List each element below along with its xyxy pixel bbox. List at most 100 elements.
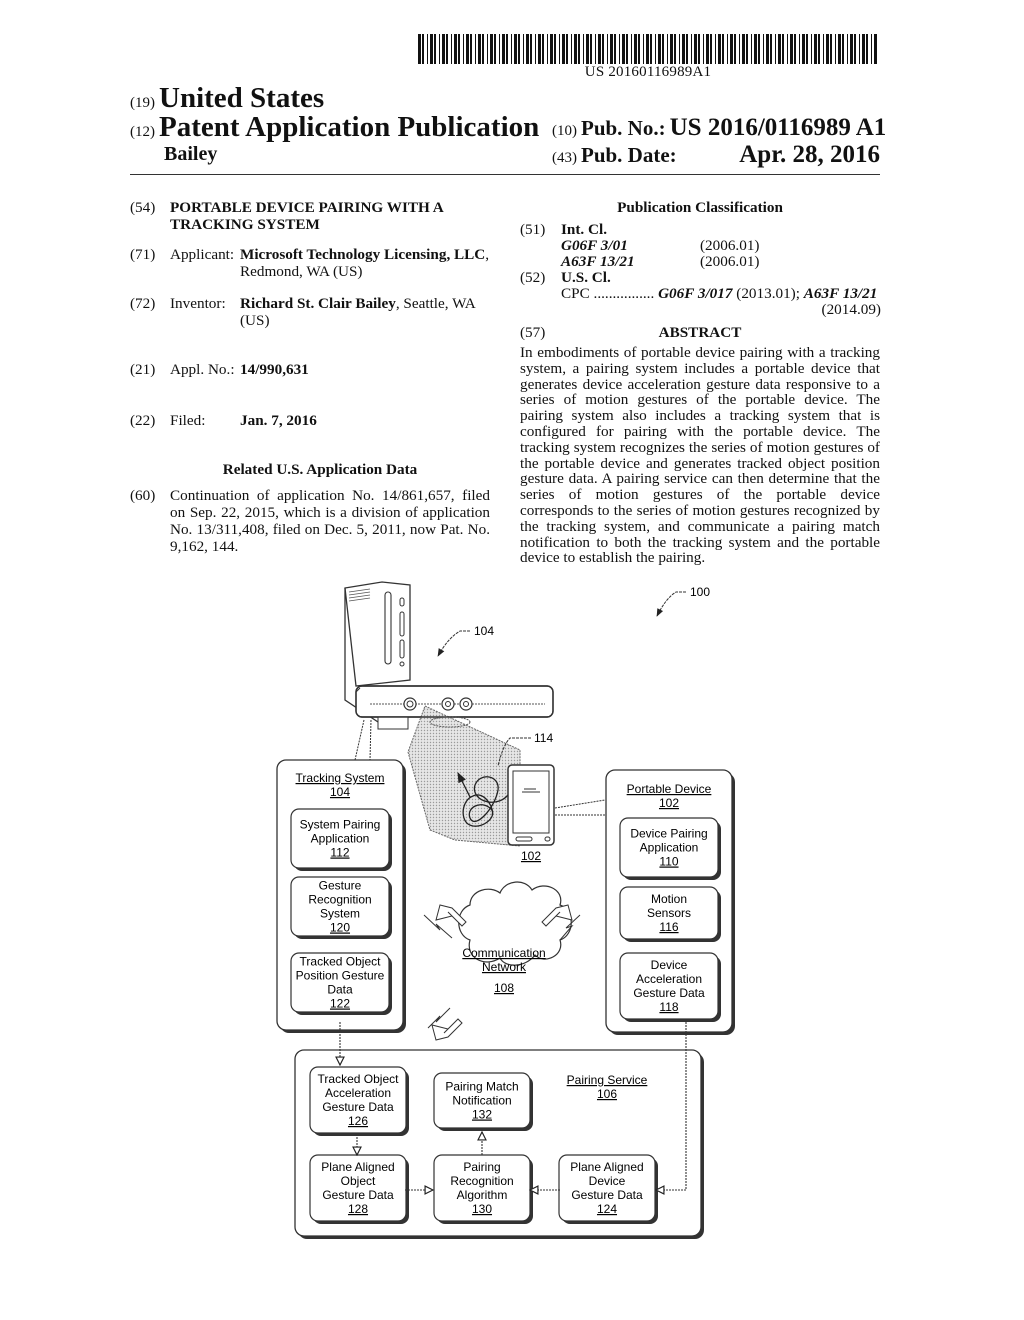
network-label-2: Network [482,960,527,974]
cpc-class-1: G06F 3/017 [658,285,733,302]
network-ref: 108 [494,981,514,995]
barcode-bar [530,34,532,64]
barcode-bar [794,34,796,64]
reference-pointer-104: 104 [437,624,494,657]
box-label-line: Object [341,1174,376,1188]
portable-device-illustration: 102 [507,764,555,863]
barcode-bar [559,34,560,64]
barcode-bar [730,34,733,64]
filed-value: Jan. 7, 2016 [240,412,317,429]
barcode-bar [650,34,652,64]
field-code: (71) [130,246,156,263]
reference-pointer-100: 100 [656,585,710,617]
pub-date-value: Apr. 28, 2016 [739,141,880,168]
box-label-line: Tracked Object [300,955,382,969]
field-label: Inventor: [170,295,226,312]
box-label-line: Gesture Data [571,1188,643,1202]
barcode-bar [634,34,637,64]
box-label-line: Gesture Data [633,986,705,1000]
box-label-line: Plane Aligned [321,1160,394,1174]
barcode-bar [598,34,601,64]
barcode-bar [826,34,829,64]
barcode-bar [550,34,553,64]
related-data-heading: Related U.S. Application Data [222,461,418,478]
field-code: (72) [130,295,156,312]
applicant-value: Microsoft Technology Licensing, LLC, Red… [240,246,500,280]
barcode-bar [434,34,436,64]
barcode-bar [554,34,556,64]
box-label-line: Application [311,832,370,846]
pub-date-label: Pub. Date: [581,143,677,167]
barcode-bar [619,34,620,64]
barcode-bar [838,34,841,64]
barcode-bar [703,34,704,64]
barcode-bar [854,34,856,64]
barcode-bar [626,34,628,64]
figure-diagram: 100 104 114 102 Tracking System 104 Syst… [276,581,735,1239]
barcode-bar [722,34,724,64]
box-label-line: Motion [651,892,687,906]
related-value: Continuation of application No. 14/861,6… [170,487,490,555]
barcode-bar [739,34,740,64]
barcode-bar [818,34,820,64]
barcode-number: US 20160116989A1 [584,64,712,80]
barcode-bar [775,34,776,64]
box-label-line: Gesture [319,879,362,893]
field-label: Applicant: [170,246,235,263]
barcode-bar [562,34,565,64]
box-ref-number: 122 [330,997,350,1011]
pairing-service-box-124: Plane AlignedDeviceGesture Data124 [558,1154,658,1224]
portable-device-box-116: MotionSensors116 [619,886,721,942]
barcode-bar [715,34,716,64]
barcode-bar [850,34,853,64]
barcode-bar [658,34,661,64]
box-label-line: Notification [452,1094,511,1108]
header-pub-number: (10) Pub. No.: US 2016/0116989 A1 [552,114,886,142]
pairing-service-box-128: Plane AlignedObjectGesture Data128 [309,1154,409,1224]
barcode-bar [622,34,625,64]
pairing-service-ref: 106 [597,1087,617,1101]
barcode-bar [643,34,644,64]
barcode-bar [454,34,457,64]
box-label-line: Acceleration [325,1086,391,1100]
barcode-bar [574,34,577,64]
ref-label-100: 100 [690,585,710,599]
cpc-label: CPC [561,285,590,302]
barcode-bar [758,34,760,64]
box-ref-number: 126 [348,1114,368,1128]
cpc-line: CPC ................ G06F 3/017 (2013.01… [561,286,881,302]
barcode-bar [590,34,592,64]
barcode-bar [422,34,424,64]
box-ref-number: 118 [659,1000,678,1014]
box-label-line: Pairing [463,1160,500,1174]
barcode-bar [526,34,529,64]
tracking-system-box-120: GestureRecognitionSystem120 [290,876,392,939]
abstract-heading: ABSTRACT [658,324,742,341]
barcode-bar [835,34,836,64]
barcode-bar [766,34,769,64]
barcode-bar [706,34,709,64]
barcode-bar [830,34,832,64]
barcode-bar [674,34,676,64]
box-label-line: Plane Aligned [570,1160,643,1174]
header-pub-date: (43) Pub. Date: Apr. 28, 2016 [552,141,880,168]
barcode-bar [430,34,433,64]
portable-device-title: Portable Device [627,782,712,796]
pairing-service-box-126: Tracked ObjectAccelerationGesture Data12… [309,1066,409,1136]
cpc-dots: ................ [593,285,655,302]
field-label: Appl. No.: [170,361,235,378]
barcode-bar [710,34,712,64]
barcode-bar [542,34,544,64]
box-label-line: Application [640,841,699,855]
barcode-bar [571,34,572,64]
box-label-line: Device [589,1174,626,1188]
barcode-bar [610,34,613,64]
network-label-1: Communication [462,946,545,960]
barcode-bar [614,34,616,64]
field-code: (54) [130,199,156,216]
cpc-class-2: A63F 13/21 [803,285,878,302]
box-ref-number: 128 [348,1202,368,1216]
box-label-line: Device Pairing [630,827,707,841]
ref-label-102: 102 [521,849,541,863]
barcode-bar [698,34,700,64]
